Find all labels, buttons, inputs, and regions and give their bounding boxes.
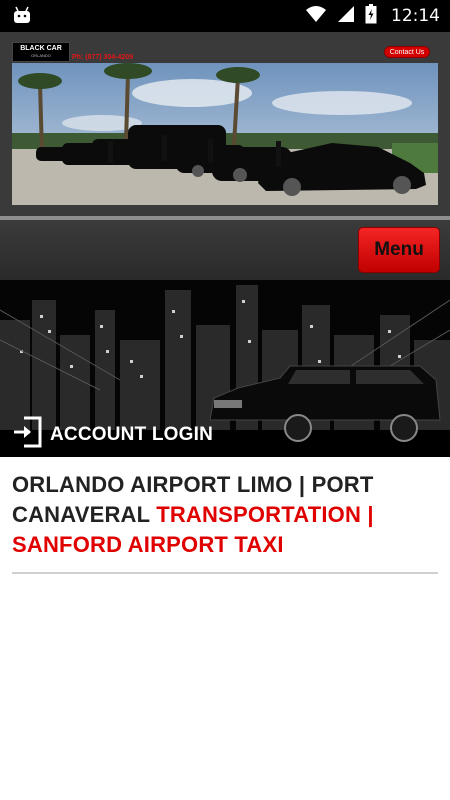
status-bar: 12:14 [0, 0, 450, 32]
site-header: BLACK CAR ORLANDO Ph: (877) 304-4209 Con… [0, 32, 450, 220]
menu-button[interactable]: Menu [358, 227, 440, 273]
title-divider [12, 572, 438, 574]
site-logo[interactable]: BLACK CAR ORLANDO [12, 42, 70, 62]
logo-text: BLACK CAR [20, 45, 62, 52]
signal-icon [337, 5, 355, 28]
login-icon [12, 416, 42, 453]
wifi-icon [305, 5, 327, 28]
logo-subtext: ORLANDO [31, 53, 51, 58]
fleet-photo [12, 63, 438, 205]
account-login-link[interactable]: ACCOUNT LOGIN [12, 416, 213, 453]
page-title: ORLANDO AIRPORT LIMO | PORT CANAVERAL TR… [12, 470, 438, 560]
phone-number[interactable]: Ph: (877) 304-4209 [72, 54, 133, 61]
battery-icon [365, 3, 377, 29]
android-icon [12, 6, 32, 29]
status-time: 12:14 [391, 6, 440, 26]
nav-bar: Menu [0, 220, 450, 280]
account-login-label: ACCOUNT LOGIN [50, 423, 214, 445]
hero-banner: ACCOUNT LOGIN [0, 280, 450, 457]
contact-us-button[interactable]: Contact Us [384, 46, 430, 58]
